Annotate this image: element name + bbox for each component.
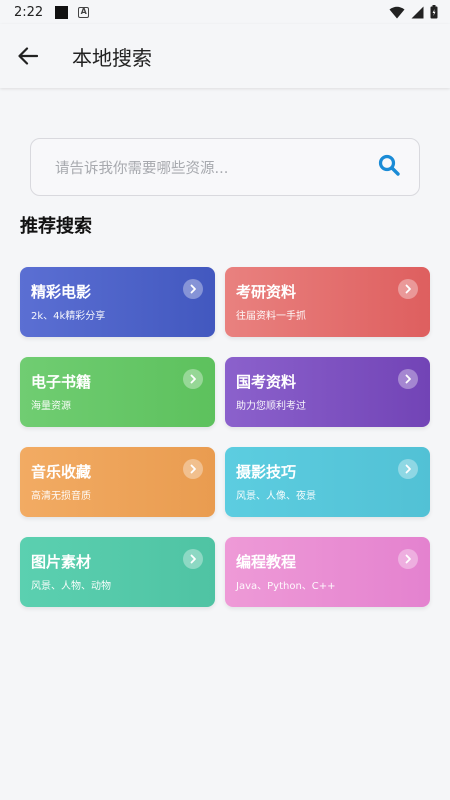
card-subtitle: 2k、4k精彩分享 bbox=[31, 311, 106, 322]
arrow-left-icon bbox=[18, 47, 38, 65]
chevron-right-icon bbox=[398, 549, 418, 569]
chevron-right-icon bbox=[183, 549, 203, 569]
card-movies[interactable]: 精彩电影 2k、4k精彩分享 bbox=[20, 267, 215, 337]
a-icon: A bbox=[78, 6, 90, 18]
card-subtitle: 助力您顺利考过 bbox=[236, 401, 306, 412]
search-icon bbox=[378, 154, 400, 176]
battery-icon bbox=[430, 5, 438, 19]
chevron-right-icon bbox=[183, 369, 203, 389]
status-bar: 2:22 A bbox=[0, 0, 450, 24]
card-music[interactable]: 音乐收藏 高清无损音质 bbox=[20, 447, 215, 517]
search-placeholder: 请告诉我你需要哪些资源... bbox=[55, 160, 229, 177]
recommend-grid: 精彩电影 2k、4k精彩分享 考研资料 往届资料一手抓 电子书籍 海量资源 国考… bbox=[20, 267, 430, 607]
app-bar: 本地搜索 bbox=[0, 24, 450, 88]
card-photography[interactable]: 摄影技巧 风景、人像、夜景 bbox=[225, 447, 430, 517]
chevron-right-icon bbox=[183, 279, 203, 299]
search-input[interactable]: 请告诉我你需要哪些资源... bbox=[30, 138, 420, 196]
chevron-right-icon bbox=[398, 369, 418, 389]
card-civil-exam-materials[interactable]: 国考资料 助力您顺利考过 bbox=[225, 357, 430, 427]
cellular-icon bbox=[411, 6, 424, 18]
section-title: 推荐搜索 bbox=[20, 216, 92, 237]
card-subtitle: 风景、人物、动物 bbox=[31, 581, 111, 592]
card-subtitle: 往届资料一手抓 bbox=[236, 311, 306, 322]
chevron-right-icon bbox=[183, 459, 203, 479]
card-subtitle: 高清无损音质 bbox=[31, 491, 91, 502]
card-postgrad-materials[interactable]: 考研资料 往届资料一手抓 bbox=[225, 267, 430, 337]
chevron-right-icon bbox=[398, 279, 418, 299]
search-button[interactable] bbox=[377, 153, 401, 181]
card-subtitle: Java、Python、C++ bbox=[236, 581, 336, 592]
card-images[interactable]: 图片素材 风景、人物、动物 bbox=[20, 537, 215, 607]
chevron-right-icon bbox=[398, 459, 418, 479]
status-time: 2:22 bbox=[14, 4, 44, 20]
card-ebooks[interactable]: 电子书籍 海量资源 bbox=[20, 357, 215, 427]
back-button[interactable] bbox=[0, 28, 56, 84]
page-title: 本地搜索 bbox=[72, 45, 152, 70]
card-subtitle: 风景、人像、夜景 bbox=[236, 491, 316, 502]
wifi-icon bbox=[389, 6, 405, 18]
card-programming[interactable]: 编程教程 Java、Python、C++ bbox=[225, 537, 430, 607]
card-subtitle: 海量资源 bbox=[31, 401, 71, 412]
notification-square-icon bbox=[55, 5, 69, 19]
